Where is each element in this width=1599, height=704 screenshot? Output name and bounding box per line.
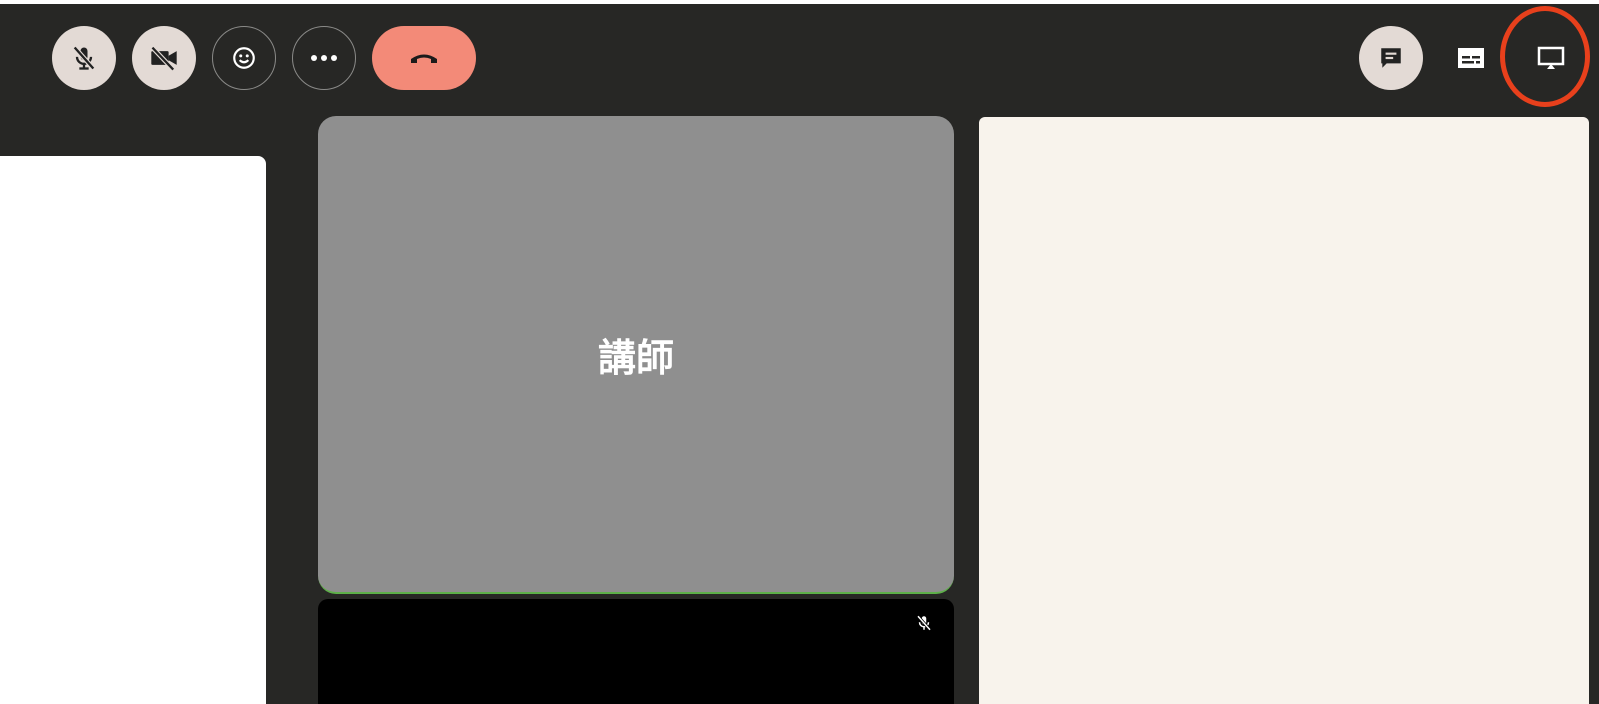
more-options-icon [311, 55, 337, 61]
present-screen-button[interactable] [1519, 26, 1583, 90]
meeting-window: 講師 [0, 4, 1599, 704]
captions-button[interactable] [1439, 26, 1503, 90]
hang-up-icon [411, 54, 437, 63]
chat-button[interactable] [1359, 26, 1423, 90]
mic-off-icon [916, 615, 932, 631]
more-options-button[interactable] [292, 26, 356, 90]
mic-toggle-button[interactable] [52, 26, 116, 90]
chat-icon [1381, 48, 1401, 68]
participant-name: 講師 [597, 335, 674, 380]
mic-off-icon [72, 45, 96, 71]
camera-off-icon [150, 46, 177, 72]
reactions-button[interactable] [212, 26, 276, 90]
emoji-icon [233, 47, 255, 69]
participant-tile-main[interactable]: 講師 [318, 116, 954, 594]
left-side-panel [0, 156, 266, 704]
present-screen-icon [1537, 46, 1565, 69]
muted-indicator [912, 611, 936, 635]
camera-toggle-button[interactable] [132, 26, 196, 90]
leave-call-button[interactable] [372, 26, 476, 90]
participant-tile-secondary[interactable] [318, 599, 954, 704]
captions-icon [1458, 48, 1484, 68]
right-side-panel [979, 117, 1589, 704]
